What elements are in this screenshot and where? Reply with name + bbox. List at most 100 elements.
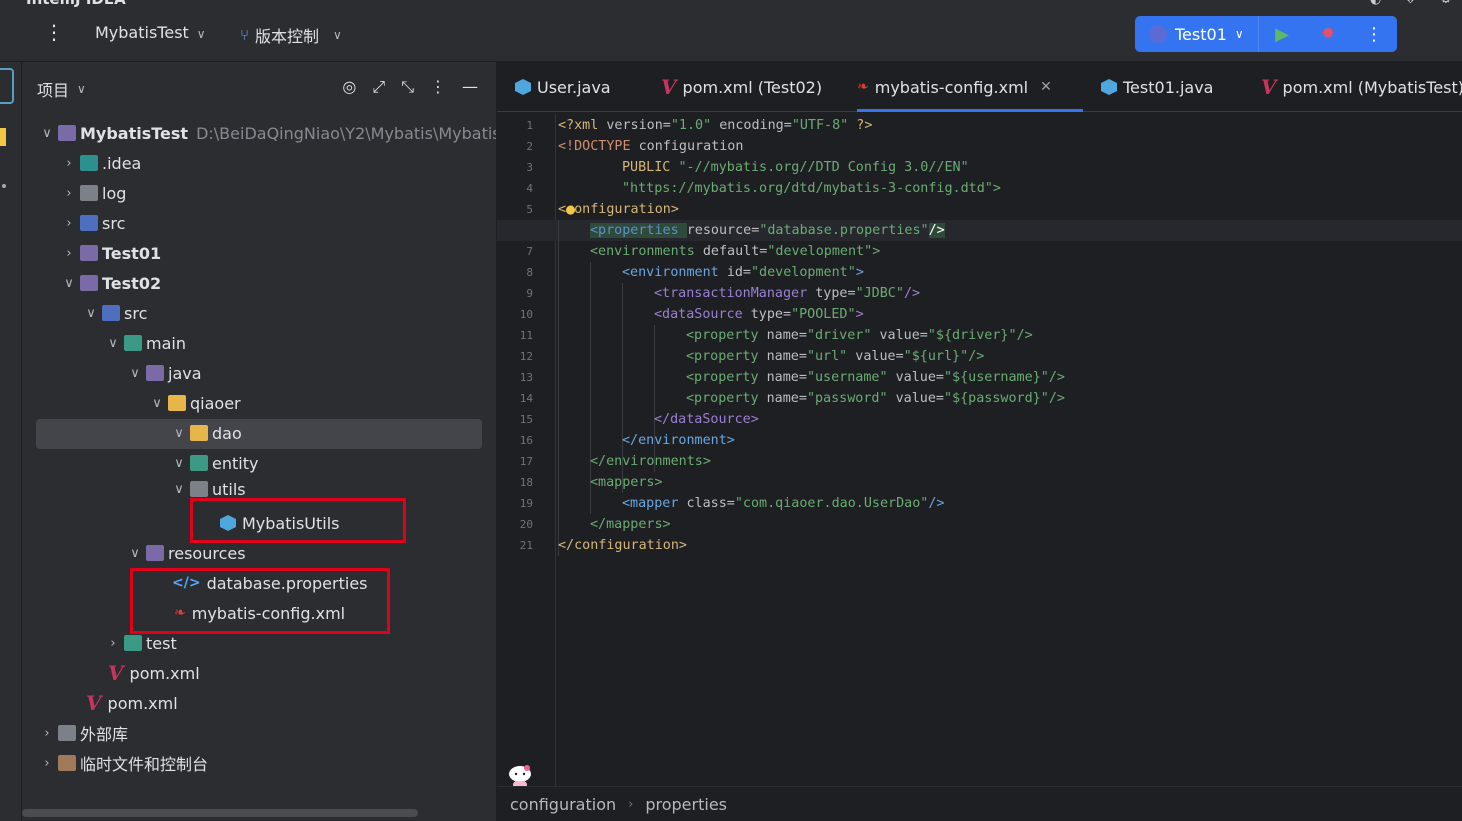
chevron-down-icon: ∨	[174, 481, 184, 497]
line-number: 5	[526, 203, 533, 216]
tree-node-label: src	[102, 213, 126, 233]
breadcrumb-item[interactable]: configuration	[510, 795, 616, 814]
code-line: <dataSource type="POOLED">	[654, 307, 864, 322]
line-number: 17	[519, 455, 533, 468]
tree-node[interactable]: › src	[58, 208, 125, 238]
code-line: </environment>	[622, 433, 735, 448]
structure-tool-icon[interactable]	[0, 128, 6, 146]
editor-tabs: User.java V pom.xml (Test02) ❧ mybatis-c…	[497, 62, 1462, 112]
tree-node-label: 外部库	[80, 725, 129, 744]
maven-icon: V	[108, 661, 124, 685]
expand-icon[interactable]: ⤢	[372, 77, 385, 97]
line-number: 7	[526, 245, 533, 258]
tree-node[interactable]: V pom.xml	[86, 688, 178, 718]
tree-node[interactable]: › Test01	[58, 238, 161, 268]
code-line: <property name="password" value="${passw…	[686, 391, 1065, 406]
vcs-widget[interactable]: ⑂ 版本控制 ∨	[240, 23, 342, 47]
tree-node[interactable]: ∨ Test02	[58, 268, 161, 298]
tree-node[interactable]: ∨ dao	[168, 418, 242, 448]
line-number: 15	[519, 413, 533, 426]
vertical-ellipsis-icon[interactable]: ⋮	[1351, 24, 1397, 45]
tab-pom-test02[interactable]: V pom.xml (Test02)	[661, 62, 822, 112]
tree-node-label: Test02	[102, 273, 162, 293]
run-config-icon	[1149, 25, 1167, 43]
maven-icon: V	[661, 75, 677, 99]
line-number: 18	[519, 476, 533, 489]
horizontal-scrollbar[interactable]	[22, 809, 418, 817]
tree-node[interactable]: › .idea	[58, 148, 141, 178]
tree-node[interactable]: ∨ qiaoer	[146, 388, 240, 418]
collapse-icon[interactable]: ⤡	[401, 77, 414, 97]
tab-pom-mybatistest[interactable]: V pom.xml (MybatisTest)	[1261, 62, 1462, 112]
gutter-divider	[555, 114, 556, 786]
more-tools-icon[interactable]	[2, 184, 6, 188]
tab-mybatis-config[interactable]: ❧ mybatis-config.xml ✕	[857, 62, 1083, 112]
project-switcher[interactable]: MybatisTest ∨	[95, 23, 206, 42]
highlight-box-mybatisutils	[190, 498, 406, 543]
line-number: 11	[519, 329, 533, 342]
vertical-ellipsis-icon[interactable]: ⋮	[430, 77, 446, 97]
target-icon[interactable]: ◎	[342, 77, 356, 97]
tree-node[interactable]: › 临时文件和控制台	[36, 748, 208, 778]
tab-user-java[interactable]: User.java	[515, 62, 611, 112]
code-line: <mappers>	[590, 475, 663, 490]
chevron-down-icon: ∨	[196, 27, 206, 41]
selected-row-highlight	[36, 419, 482, 449]
module-folder-icon	[58, 125, 76, 141]
project-name: MybatisTest	[95, 23, 189, 42]
code-line: <environment id="development">	[622, 265, 864, 280]
close-icon[interactable]: ✕	[1040, 79, 1052, 95]
chevron-right-icon: ›	[66, 185, 72, 201]
line-number: 19	[519, 497, 533, 510]
chevron-right-icon: ›	[66, 215, 72, 231]
library-icon	[58, 725, 76, 741]
editor: User.java V pom.xml (Test02) ❧ mybatis-c…	[497, 62, 1462, 821]
code-line: <property name="username" value="${usern…	[686, 370, 1065, 385]
breadcrumb: configuration › properties	[497, 786, 1462, 821]
tree-node[interactable]: ∨ utils	[168, 478, 245, 500]
minimize-icon[interactable]: —	[462, 77, 478, 97]
tree-node[interactable]: ∨ java	[124, 358, 201, 388]
breadcrumb-item[interactable]: properties	[645, 795, 727, 814]
tree-node[interactable]: V pom.xml	[108, 658, 200, 688]
tab-label: mybatis-config.xml	[874, 77, 1029, 97]
main-menu-icon[interactable]: ⋮	[44, 22, 64, 42]
project-view-selector[interactable]: 项目 ∨	[37, 77, 86, 101]
code-line: <configuration>	[558, 202, 679, 217]
update-icon[interactable]: ⇩	[1405, 0, 1416, 7]
run-config-selector[interactable]: Test01 ∨	[1135, 16, 1259, 52]
code-line: <mapper class="com.qiaoer.dao.UserDao"/>	[622, 496, 945, 511]
play-icon[interactable]: ▶	[1259, 24, 1305, 45]
code-line: <!DOCTYPE configuration	[558, 139, 744, 154]
branch-icon: ⑂	[240, 26, 250, 44]
chevron-right-icon: ›	[66, 245, 72, 261]
tree-node[interactable]: ∨ entity	[168, 448, 258, 478]
project-tool-icon[interactable]	[0, 68, 14, 104]
tree-node-label: src	[124, 303, 148, 323]
tree-node-label: pom.xml	[129, 663, 200, 683]
run-widget: Test01 ∨ ▶ ✹ ⋮	[1135, 16, 1397, 52]
chevron-down-icon: ∨	[86, 305, 96, 321]
bug-icon[interactable]: ✹	[1305, 24, 1351, 44]
title-bar: IntelliJ IDEA ⋮ MybatisTest ∨ ⑂ 版本控制 ∨ ◐ ⇩…	[0, 0, 1462, 62]
user-icon[interactable]: ◐	[1370, 0, 1381, 7]
line-number: 9	[526, 287, 533, 300]
chevron-right-icon: ›	[44, 755, 50, 771]
code-line: PUBLIC "-//mybatis.org//DTD Config 3.0//…	[622, 160, 969, 175]
settings-icon[interactable]: ⚙	[1440, 0, 1452, 7]
tree-node[interactable]: ∨ main	[102, 328, 186, 358]
tab-label: User.java	[537, 77, 611, 97]
tree-node[interactable]: ∨ src	[80, 298, 147, 328]
tree-node-root[interactable]: ∨ MybatisTest D:\BeiDaQingNiao\Y2\Mybati…	[36, 118, 496, 148]
tab-test01-java[interactable]: Test01.java	[1101, 62, 1213, 112]
tree-node-label: MybatisTest	[80, 123, 189, 143]
tree-node[interactable]: › 外部库	[36, 718, 128, 748]
chevron-down-icon: ∨	[130, 545, 140, 561]
line-number: 2	[526, 140, 533, 153]
source-folder-icon	[102, 305, 120, 321]
lightbulb-icon[interactable]: ●	[566, 200, 575, 218]
tree-node[interactable]: › log	[58, 178, 126, 208]
code-line: </environments>	[590, 454, 711, 469]
line-number-gutter: 123456789101112131415161718192021	[497, 114, 555, 786]
code-line: <transactionManager type="JDBC"/>	[654, 286, 921, 301]
